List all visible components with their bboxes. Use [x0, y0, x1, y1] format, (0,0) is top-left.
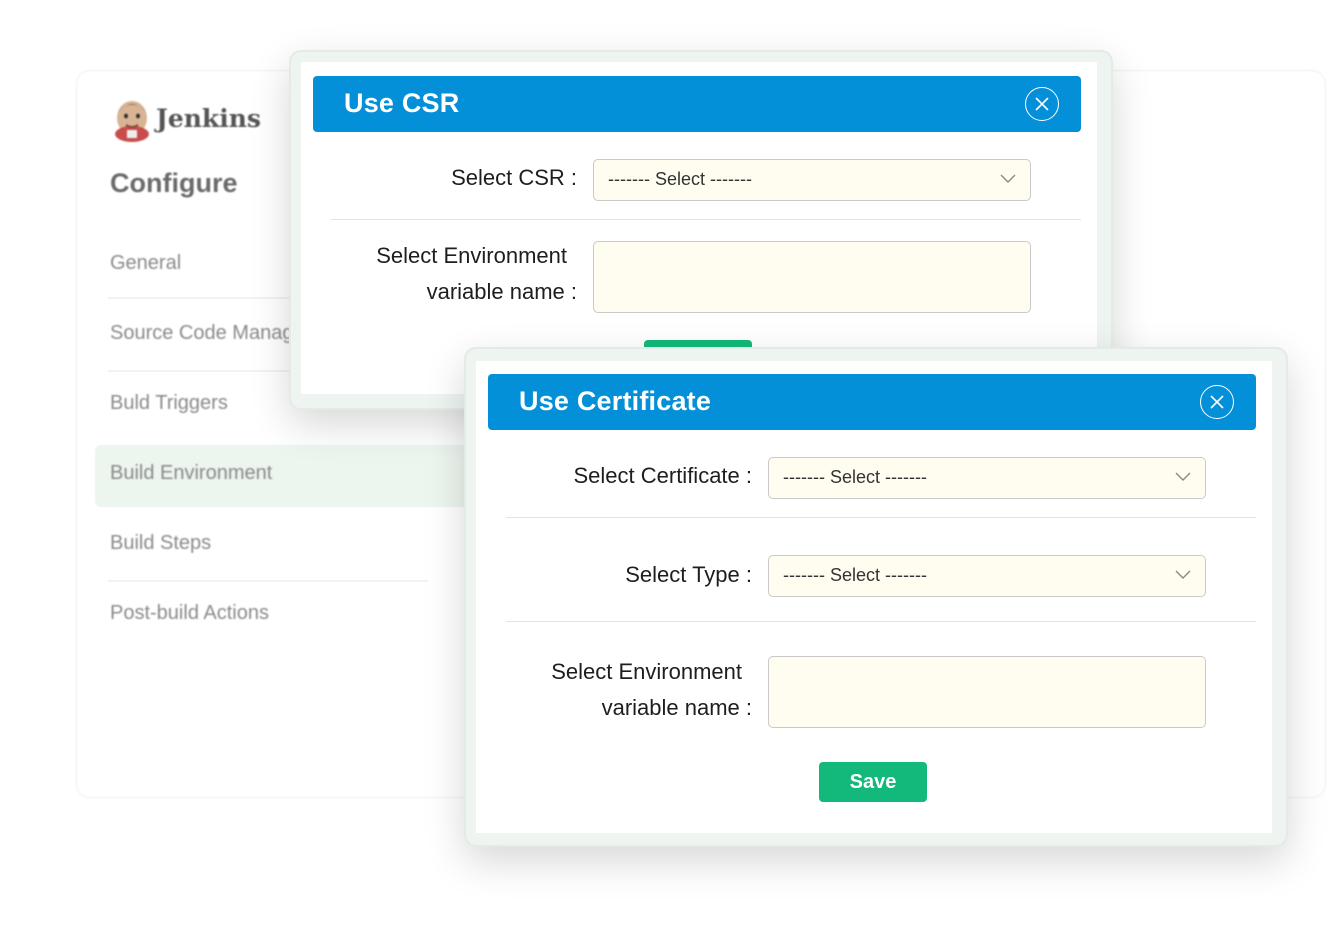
divider — [506, 517, 1256, 518]
type-select[interactable]: ------- Select ------- — [768, 555, 1206, 597]
nav-item-build-triggers[interactable]: Buld Triggers — [110, 392, 228, 415]
chevron-down-icon — [1175, 472, 1191, 481]
nav-item-general[interactable]: General — [110, 252, 181, 275]
select-csr-label: Select CSR : — [451, 165, 577, 190]
csr-select[interactable]: ------- Select ------- — [593, 159, 1031, 201]
csr-dialog-header: Use CSR — [313, 76, 1081, 132]
close-icon[interactable] — [1200, 385, 1234, 419]
chevron-down-icon — [1175, 570, 1191, 579]
nav-item-build-environment[interactable]: Build Environment — [110, 462, 272, 485]
certificate-dialog: Use Certificate Select Certificate : ---… — [464, 347, 1288, 847]
env-label-line2: variable name : — [426, 279, 577, 304]
select-certificate-label: Select Certificate : — [573, 463, 752, 488]
jenkins-logo-icon — [115, 101, 149, 142]
env-variable-input[interactable] — [768, 656, 1206, 728]
certificate-dialog-header: Use Certificate — [488, 374, 1256, 430]
nav-divider — [108, 580, 428, 582]
jenkins-brand: Jenkins — [156, 104, 261, 133]
csr-dialog-title: Use CSR — [344, 88, 460, 118]
certificate-select[interactable]: ------- Select ------- — [768, 457, 1206, 499]
type-select-value: ------- Select ------- — [783, 565, 927, 585]
nav-item-post-build[interactable]: Post-build Actions — [110, 602, 269, 625]
page-title: Configure — [110, 168, 238, 198]
nav-item-build-steps[interactable]: Build Steps — [110, 532, 211, 555]
certificate-dialog-title: Use Certificate — [519, 386, 712, 416]
env-label-line2: variable name : — [601, 695, 752, 720]
select-type-label: Select Type : — [625, 562, 752, 587]
chevron-down-icon — [1000, 174, 1016, 183]
csr-select-value: ------- Select ------- — [608, 169, 752, 189]
env-label-line1: Select Environment — [376, 243, 567, 268]
env-variable-input[interactable] — [593, 241, 1031, 313]
env-label-line1: Select Environment — [551, 659, 742, 684]
certificate-select-value: ------- Select ------- — [783, 467, 927, 487]
divider — [506, 621, 1256, 622]
divider — [331, 219, 1081, 220]
nav-item-source-code[interactable]: Source Code Manag — [110, 322, 293, 345]
save-button[interactable]: Save — [819, 762, 927, 802]
close-icon[interactable] — [1025, 87, 1059, 121]
